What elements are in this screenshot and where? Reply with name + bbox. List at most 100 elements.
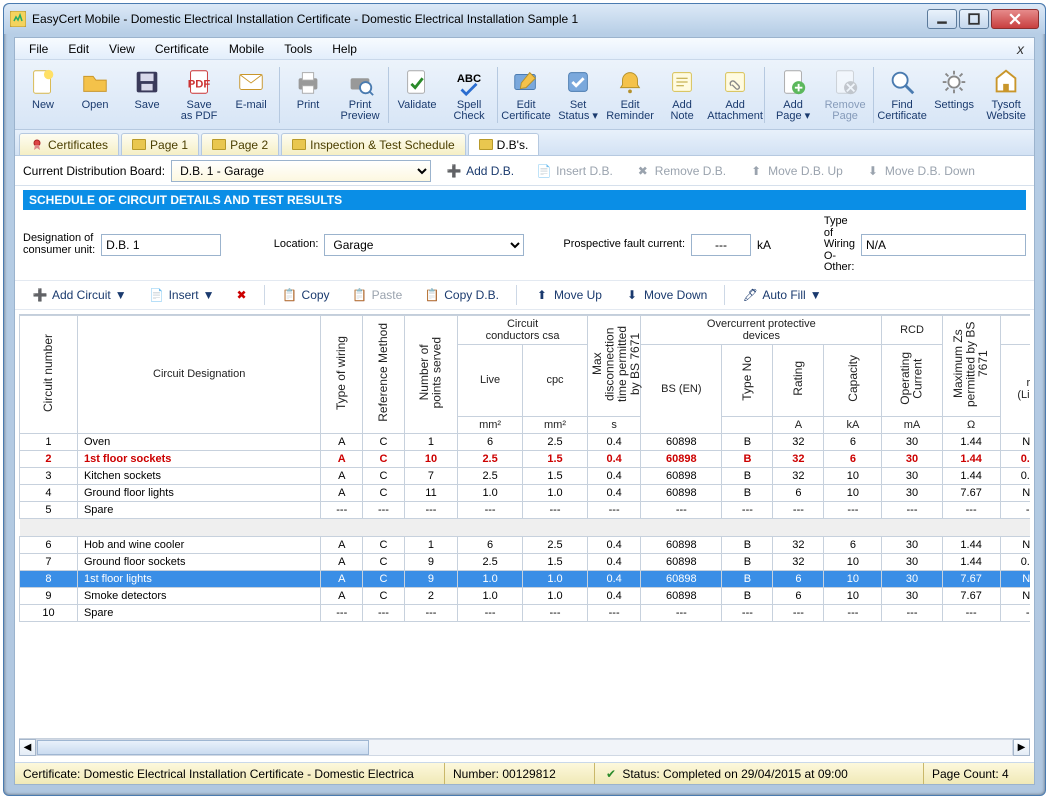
pfc-label: Prospective fault current: <box>563 239 685 251</box>
addpage-button[interactable]: Add Page ▾ <box>767 62 819 128</box>
delete-circuit-button[interactable]: ✖ <box>227 283 255 307</box>
settings-button[interactable]: Settings <box>928 62 980 128</box>
save-icon <box>131 66 163 98</box>
col-bs: BS (EN) <box>641 344 722 433</box>
table-row[interactable]: 4Ground floor lightsAC111.01.00.460898B6… <box>20 484 1031 501</box>
tab-certificates[interactable]: Certificates <box>19 133 119 155</box>
db-toolbar: Current Distribution Board: D.B. 1 - Gar… <box>15 156 1034 186</box>
menu-view[interactable]: View <box>99 40 145 58</box>
findcert-label: Find Certificate <box>877 100 927 123</box>
findcert-button[interactable]: Find Certificate <box>876 62 928 128</box>
table-row[interactable]: 7Ground floor socketsAC92.51.50.460898B3… <box>20 553 1031 570</box>
moveup-button[interactable]: ⬆Move D.B. Up <box>739 160 852 182</box>
designation-input[interactable] <box>101 234 221 256</box>
move-up-button[interactable]: ⬆Move Up <box>525 283 611 307</box>
tab-page-1[interactable]: Page 1 <box>121 133 199 155</box>
col-grp-ring: Ring (meas <box>1000 315 1030 344</box>
validate-button[interactable]: Validate <box>391 62 443 128</box>
removepage-button[interactable]: Remove Page <box>819 62 871 128</box>
col-grp-conductors: Circuit conductors csa <box>458 315 588 344</box>
horizontal-scrollbar[interactable]: ◀ ▶ <box>19 738 1030 756</box>
insertdb-button[interactable]: 📄Insert D.B. <box>527 160 622 182</box>
preview-icon <box>344 66 376 98</box>
new-icon <box>27 66 59 98</box>
status-cert: Certificate: Domestic Electrical Install… <box>23 767 414 781</box>
removepage-label: Remove Page <box>825 100 866 123</box>
menu-file[interactable]: File <box>19 40 58 58</box>
tab-inspection-test-schedule[interactable]: Inspection & Test Schedule <box>281 133 466 155</box>
table-row[interactable]: 9Smoke detectorsAC21.01.00.460898B610307… <box>20 587 1031 604</box>
addatt-button[interactable]: Add Attachment <box>708 62 762 128</box>
titlebar: EasyCert Mobile - Domestic Electrical In… <box>4 4 1045 34</box>
adddb-button[interactable]: ➕Add D.B. <box>437 160 523 182</box>
table-row[interactable]: 3Kitchen socketsAC72.51.50.460898B321030… <box>20 467 1031 484</box>
savepdf-button[interactable]: PDFSave as PDF <box>173 62 225 128</box>
menu-certificate[interactable]: Certificate <box>145 40 219 58</box>
spell-button[interactable]: ABCSpell Check <box>443 62 495 128</box>
wiring-input[interactable] <box>861 234 1026 256</box>
open-label: Open <box>82 100 109 112</box>
table-row[interactable]: 5Spare----------------------------------… <box>20 501 1031 518</box>
col-rating-u: A <box>773 416 824 433</box>
scroll-left-button[interactable]: ◀ <box>19 739 36 756</box>
table-row[interactable]: 6Hob and wine coolerAC162.50.460898B3263… <box>20 536 1031 553</box>
close-button[interactable] <box>991 9 1039 29</box>
website-button[interactable]: Tysoft Website <box>980 62 1032 128</box>
paste-icon: 📋 <box>352 287 368 303</box>
copy-button[interactable]: 📋Copy <box>273 283 339 307</box>
maximize-button[interactable] <box>959 9 989 29</box>
tab-d-b-s-[interactable]: D.B's. <box>468 133 540 155</box>
menu-tools[interactable]: Tools <box>274 40 322 58</box>
removedb-button[interactable]: ✖Remove D.B. <box>626 160 735 182</box>
open-button[interactable]: Open <box>69 62 121 128</box>
reminder-button[interactable]: Edit Reminder <box>604 62 656 128</box>
reminder-label: Edit Reminder <box>606 100 654 123</box>
insertdb-icon: 📄 <box>536 163 552 179</box>
website-icon <box>990 66 1022 98</box>
tab-page-2[interactable]: Page 2 <box>201 133 279 155</box>
copy-db-button[interactable]: 📋Copy D.B. <box>415 283 508 307</box>
menu-mobile[interactable]: Mobile <box>219 40 274 58</box>
print-button[interactable]: Print <box>282 62 334 128</box>
grid-scroll[interactable]: Circuit number Circuit Designation Type … <box>19 314 1030 738</box>
minimize-button[interactable] <box>927 9 957 29</box>
menubar: FileEditViewCertificateMobileToolsHelp x <box>15 38 1034 60</box>
move-down-button[interactable]: ⬇Move Down <box>615 283 716 307</box>
addnote-icon <box>666 66 698 98</box>
new-button[interactable]: New <box>17 62 69 128</box>
menu-edit[interactable]: Edit <box>58 40 99 58</box>
preview-button[interactable]: Print Preview <box>334 62 386 128</box>
editcert-button[interactable]: Edit Certificate <box>500 62 552 128</box>
savepdf-label: Save as PDF <box>181 100 218 123</box>
paste-button[interactable]: 📋Paste <box>343 283 412 307</box>
auto-fill-button[interactable]: 🖊Auto Fill ▼ <box>733 283 830 307</box>
insert-circuit-button[interactable]: 📄Insert ▼ <box>140 283 224 307</box>
col-zs-u: Ω <box>942 416 1000 433</box>
add-circuit-button[interactable]: ➕Add Circuit ▼ <box>23 283 136 307</box>
menu-help[interactable]: Help <box>322 40 367 58</box>
table-row[interactable]: 81st floor lightsAC91.01.00.460898B61030… <box>20 570 1031 587</box>
spell-icon: ABC <box>453 66 485 98</box>
location-select[interactable]: Garage <box>324 234 524 256</box>
scroll-thumb[interactable] <box>37 740 369 755</box>
website-label: Tysoft Website <box>986 100 1026 123</box>
email-button[interactable]: E-mail <box>225 62 277 128</box>
removepage-icon <box>829 66 861 98</box>
col-maxdisc: Max disconnection time permitted by BS 7… <box>587 315 640 416</box>
col-grp-ocpd: Overcurrent protective devices <box>641 315 882 344</box>
addatt-icon <box>719 66 751 98</box>
close-x-button[interactable]: x <box>1011 41 1030 57</box>
moveup-icon: ⬆ <box>748 163 764 179</box>
addnote-button[interactable]: Add Note <box>656 62 708 128</box>
status-button[interactable]: Set Status ▾ <box>552 62 604 128</box>
table-row[interactable]: 21st floor socketsAC102.51.50.460898B326… <box>20 450 1031 467</box>
scroll-right-button[interactable]: ▶ <box>1013 739 1030 756</box>
table-row[interactable]: 10Spare---------------------------------… <box>20 604 1031 621</box>
table-row[interactable]: 1OvenAC162.50.460898B326301.44N/A <box>20 433 1031 450</box>
form-row: Designation of consumer unit: Location: … <box>15 210 1034 280</box>
editcert-icon <box>510 66 542 98</box>
pfc-input[interactable] <box>691 234 751 256</box>
save-button[interactable]: Save <box>121 62 173 128</box>
movedown-button[interactable]: ⬇Move D.B. Down <box>856 160 984 182</box>
current-db-select[interactable]: D.B. 1 - Garage <box>171 160 431 182</box>
